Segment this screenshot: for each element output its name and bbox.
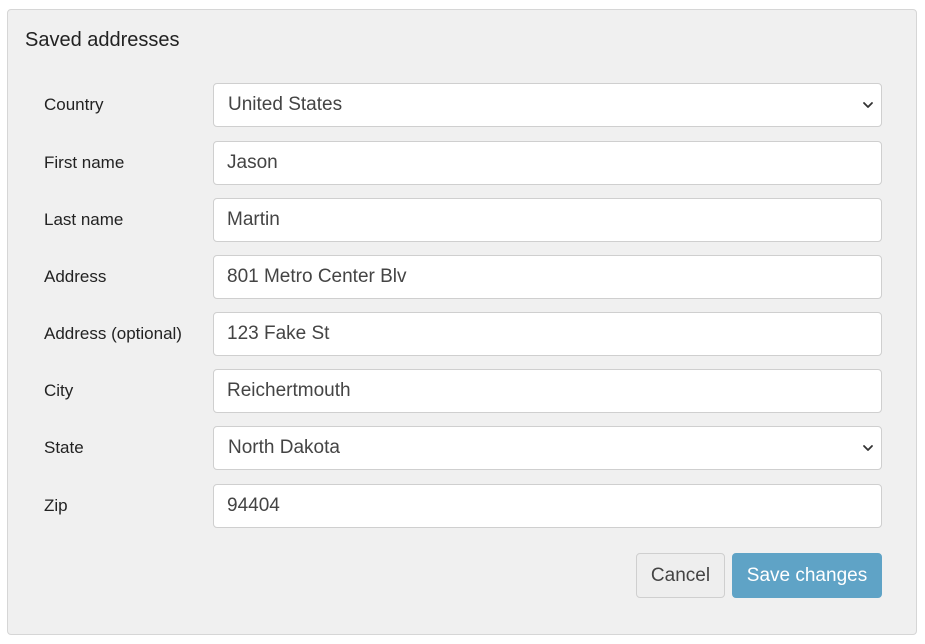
- last-name-field[interactable]: [213, 198, 882, 242]
- panel-title: Saved addresses: [25, 29, 180, 51]
- city-field[interactable]: [213, 369, 882, 413]
- state-select-value: North Dakota: [228, 437, 340, 458]
- address-field[interactable]: [213, 255, 882, 299]
- state-row: State North Dakota: [8, 426, 916, 470]
- country-label: Country: [44, 95, 104, 114]
- country-select-value: United States: [228, 94, 343, 115]
- city-row: City: [8, 369, 916, 413]
- country-row: Country United States: [8, 83, 916, 127]
- last-name-row: Last name: [8, 198, 916, 242]
- first-name-label: First name: [44, 153, 125, 172]
- country-select[interactable]: United States: [213, 83, 882, 127]
- first-name-field[interactable]: [213, 141, 882, 185]
- chevron-down-icon: [863, 445, 873, 451]
- zip-label: Zip: [44, 496, 68, 515]
- chevron-down-icon: [863, 102, 873, 108]
- first-name-row: First name: [8, 141, 916, 185]
- save-changes-button[interactable]: Save changes: [732, 553, 882, 598]
- state-label: State: [44, 438, 84, 457]
- zip-field[interactable]: [213, 484, 882, 528]
- last-name-label: Last name: [44, 210, 124, 229]
- address-optional-field[interactable]: [213, 312, 882, 356]
- state-select[interactable]: North Dakota: [213, 426, 882, 470]
- address-optional-row: Address (optional): [8, 312, 916, 356]
- address-optional-label: Address (optional): [44, 324, 182, 343]
- address-row: Address: [8, 255, 916, 299]
- saved-addresses-panel: Saved addresses Country United States Fi…: [7, 9, 917, 635]
- cancel-button[interactable]: Cancel: [636, 553, 725, 598]
- zip-row: Zip: [8, 484, 916, 528]
- address-label: Address: [44, 267, 107, 286]
- city-label: City: [44, 381, 74, 400]
